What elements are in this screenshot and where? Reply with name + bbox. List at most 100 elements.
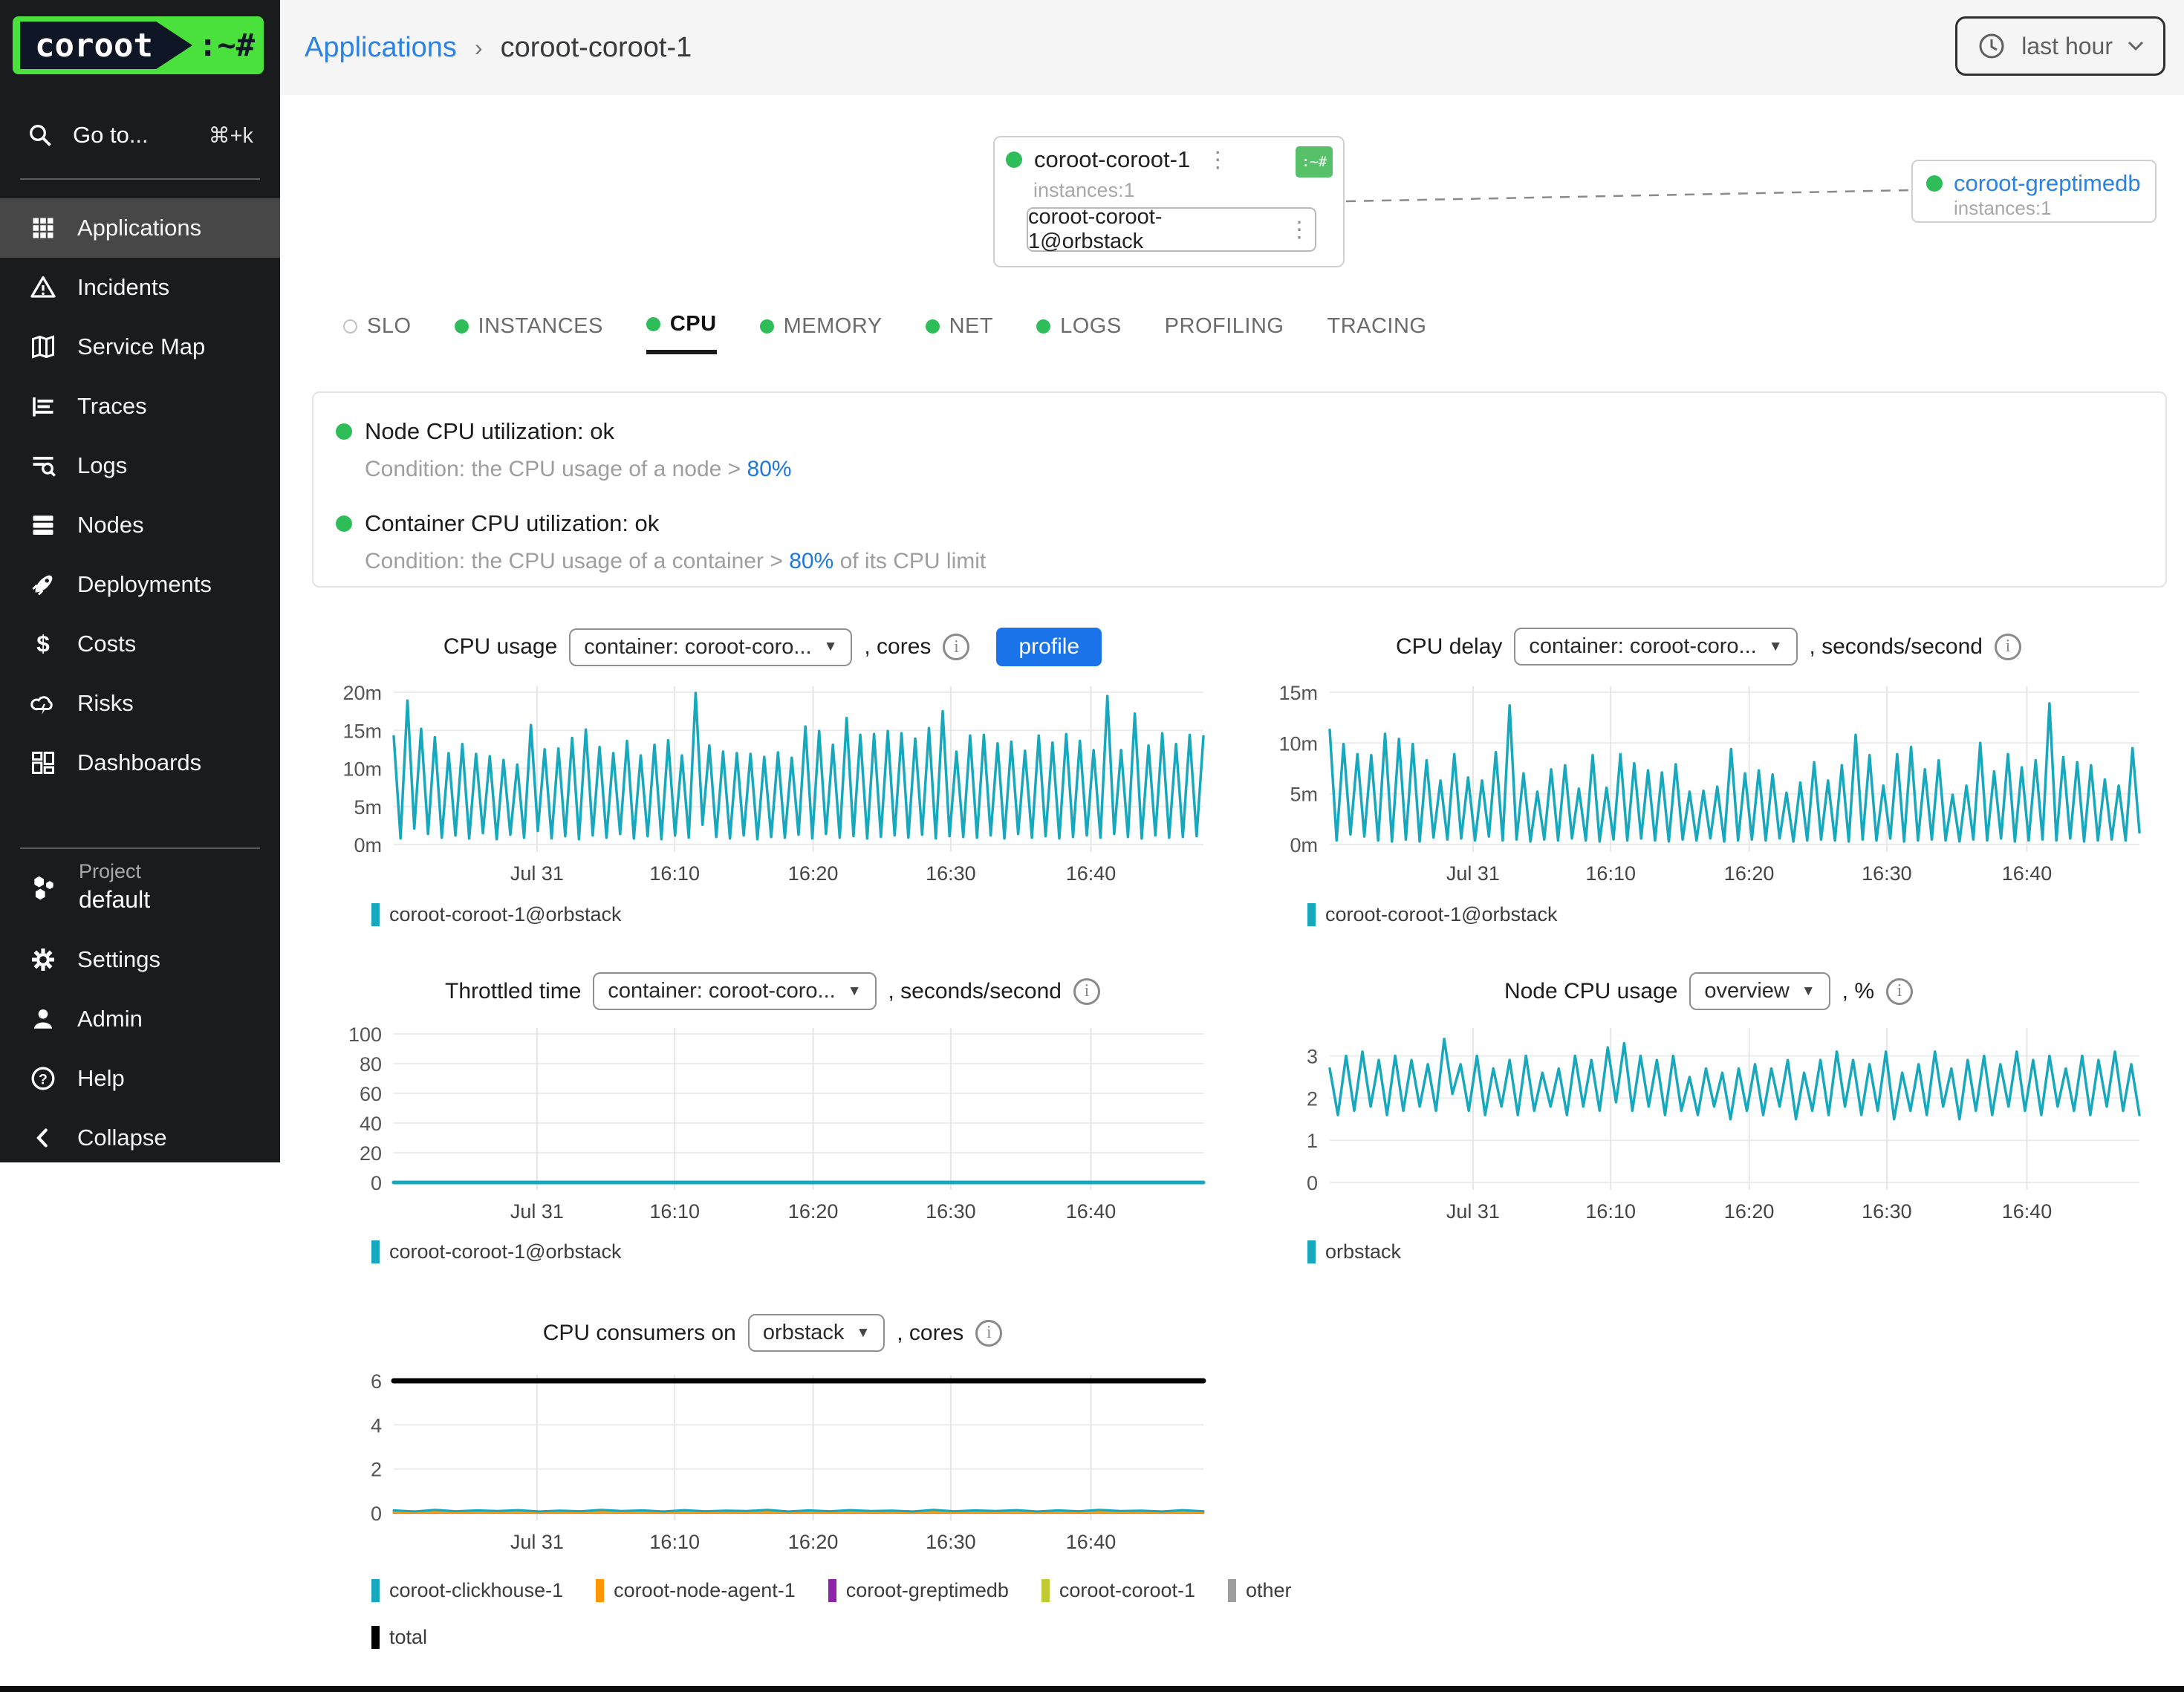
- app-card-coroot-greptimedb[interactable]: coroot-greptimedb instances:1: [1911, 160, 2157, 223]
- help-icon: ?: [30, 1065, 56, 1092]
- check-threshold[interactable]: 80%: [747, 457, 792, 481]
- kebab-menu-icon[interactable]: ⋮: [1284, 217, 1315, 243]
- check-title: Node CPU utilization: ok: [365, 418, 614, 445]
- sidebar-item-label: Collapse: [77, 1125, 167, 1151]
- status-dot: [1006, 152, 1022, 168]
- info-icon[interactable]: i: [1995, 634, 2021, 660]
- coroot-logo[interactable]: coroot :~#: [13, 16, 264, 74]
- legend-label: other: [1246, 1579, 1292, 1602]
- chart-selector[interactable]: overview▼: [1689, 972, 1830, 1010]
- svg-text:16:10: 16:10: [649, 1531, 700, 1553]
- svg-text:1: 1: [1307, 1130, 1318, 1152]
- profile-button[interactable]: profile: [996, 628, 1102, 666]
- info-icon[interactable]: i: [943, 634, 969, 660]
- sidebar-item-applications[interactable]: Applications: [0, 198, 280, 258]
- svg-text:16:40: 16:40: [1066, 1200, 1117, 1223]
- node-cpu-usage-chart[interactable]: 0123Jul 3116:1016:2016:3016:40: [1248, 1026, 2169, 1242]
- legend-item-coroot-greptimedb[interactable]: coroot-greptimedb: [828, 1579, 1009, 1602]
- svg-text:5m: 5m: [1290, 784, 1318, 806]
- check-status-dot: [336, 423, 352, 440]
- dropdown-arrow-icon: ▼: [1769, 639, 1783, 655]
- legend-item-coroot-clickhouse-1[interactable]: coroot-clickhouse-1: [371, 1579, 563, 1602]
- svg-text:?: ?: [39, 1072, 48, 1088]
- legend-label: coroot-node-agent-1: [614, 1579, 796, 1602]
- cpu-usage-chart[interactable]: 0m5m10m15m20mJul 3116:1016:2016:3016:40: [312, 677, 1233, 893]
- upstream-app-link[interactable]: coroot-greptimedb: [1954, 170, 2141, 197]
- chart-selector-value: overview: [1704, 979, 1789, 1003]
- svg-text:Jul 31: Jul 31: [510, 862, 564, 885]
- sidebar-item-label: Dashboards: [77, 749, 201, 776]
- legend-label: coroot-coroot-1@orbstack: [389, 1240, 622, 1263]
- sidebar-item-costs[interactable]: $Costs: [0, 614, 280, 674]
- status-dot: [1926, 175, 1943, 192]
- cpu-consumers-chart[interactable]: 0246Jul 3116:1016:2016:3016:40: [312, 1368, 1233, 1584]
- kebab-menu-icon[interactable]: ⋮: [1202, 147, 1233, 173]
- sidebar-item-label: Risks: [77, 690, 134, 717]
- legend-item-coroot-coroot-1-orbstack[interactable]: coroot-coroot-1@orbstack: [371, 903, 622, 926]
- throttled-time-chart[interactable]: 020406080100Jul 3116:1016:2016:3016:40: [312, 1026, 1233, 1242]
- tab-instances[interactable]: INSTANCES: [455, 312, 603, 354]
- project-label: Project: [79, 860, 150, 883]
- legend-item-coroot-node-agent-1[interactable]: coroot-node-agent-1: [596, 1579, 796, 1602]
- svg-text:16:40: 16:40: [1066, 862, 1117, 885]
- sidebar-item-collapse[interactable]: Collapse: [0, 1108, 280, 1168]
- legend-item-coroot-coroot-1[interactable]: coroot-coroot-1: [1041, 1579, 1195, 1602]
- chart-selector[interactable]: container: coroot-coro...▼: [593, 972, 876, 1010]
- tab-logs[interactable]: LOGS: [1036, 312, 1122, 354]
- svg-text:6: 6: [371, 1370, 382, 1393]
- cpu-consumers-legend: coroot-clickhouse-1 coroot-node-agent-1 co…: [371, 1579, 1413, 1649]
- sidebar-project[interactable]: Project default: [0, 860, 280, 914]
- dropdown-arrow-icon: ▼: [856, 1325, 870, 1341]
- sidebar-item-label: Nodes: [77, 512, 144, 538]
- goto-label: Go to...: [73, 122, 149, 149]
- chart-selector[interactable]: container: coroot-coro...▼: [569, 628, 852, 666]
- tab-net[interactable]: NET: [926, 312, 994, 354]
- sidebar-item-deployments[interactable]: Deployments: [0, 555, 280, 614]
- tab-cpu[interactable]: CPU: [646, 312, 717, 354]
- tab-label: MEMORY: [784, 314, 883, 339]
- sidebar-item-admin[interactable]: Admin: [0, 989, 280, 1049]
- tab-label: PROFILING: [1165, 314, 1284, 339]
- sidebar-item-risks[interactable]: Risks: [0, 674, 280, 733]
- svg-text:16:30: 16:30: [926, 862, 976, 885]
- svg-text:0m: 0m: [354, 834, 382, 856]
- chart-unit: , seconds/second: [888, 979, 1062, 1004]
- info-icon[interactable]: i: [1886, 978, 1913, 1005]
- svg-text:Jul 31: Jul 31: [510, 1200, 564, 1223]
- svg-text:16:20: 16:20: [788, 1200, 839, 1223]
- sidebar-item-help[interactable]: ?Help: [0, 1049, 280, 1108]
- legend-item-coroot-coroot-1-orbstack[interactable]: coroot-coroot-1@orbstack: [1307, 903, 1558, 926]
- sidebar-item-settings[interactable]: Settings: [0, 930, 280, 989]
- check-threshold[interactable]: 80%: [789, 549, 833, 573]
- sidebar-item-incidents[interactable]: Incidents: [0, 258, 280, 317]
- dollar-icon: $: [30, 631, 56, 657]
- chart-selector[interactable]: orbstack▼: [748, 1314, 885, 1352]
- cpu-delay-chart[interactable]: 0m5m10m15mJul 3116:1016:2016:3016:40: [1248, 677, 2169, 893]
- legend-color-mark: [1228, 1579, 1236, 1602]
- tab-memory[interactable]: MEMORY: [760, 312, 883, 354]
- tab-profiling[interactable]: PROFILING: [1165, 312, 1284, 354]
- info-icon[interactable]: i: [975, 1320, 1002, 1347]
- sidebar-item-logs[interactable]: Logs: [0, 436, 280, 495]
- legend-item-other[interactable]: other: [1228, 1579, 1292, 1602]
- breadcrumb-applications[interactable]: Applications: [305, 32, 457, 64]
- instance-box[interactable]: coroot-coroot-1@orbstack ⋮: [1027, 207, 1316, 252]
- chart-selector[interactable]: container: coroot-coro...▼: [1514, 628, 1797, 666]
- legend-item-total[interactable]: total: [371, 1626, 427, 1649]
- svg-text:40: 40: [360, 1113, 382, 1135]
- time-range-selector[interactable]: last hour: [1955, 16, 2165, 76]
- warning-icon: [30, 274, 56, 301]
- legend-item-orbstack[interactable]: orbstack: [1307, 1240, 1401, 1263]
- legend-item-coroot-coroot-1-orbstack[interactable]: coroot-coroot-1@orbstack: [371, 1240, 622, 1263]
- sidebar-item-dashboards[interactable]: Dashboards: [0, 733, 280, 793]
- goto-search[interactable]: Go to... ⌘+k: [0, 108, 280, 162]
- tab-slo[interactable]: SLO: [343, 312, 412, 354]
- legend-color-mark: [1041, 1579, 1050, 1602]
- sidebar-item-nodes[interactable]: Nodes: [0, 495, 280, 555]
- app-card-coroot-coroot-1[interactable]: coroot-coroot-1 ⋮ :~# instances:1 coroot…: [993, 136, 1345, 267]
- info-icon[interactable]: i: [1073, 978, 1100, 1005]
- sidebar-item-traces[interactable]: Traces: [0, 377, 280, 436]
- svg-text:15m: 15m: [342, 720, 382, 742]
- sidebar-item-service-map[interactable]: Service Map: [0, 317, 280, 377]
- tab-tracing[interactable]: TRACING: [1327, 312, 1426, 354]
